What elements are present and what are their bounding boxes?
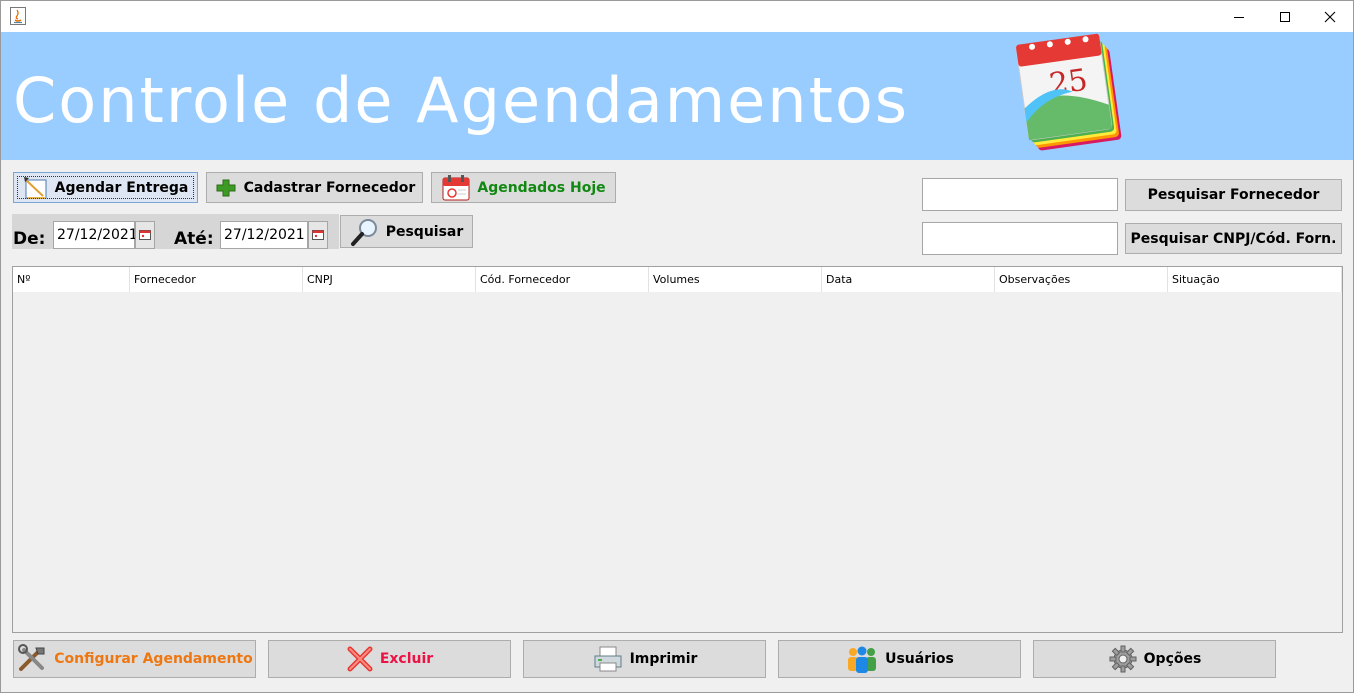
green-plus-icon xyxy=(214,178,238,198)
pesquisar-button[interactable]: Pesquisar xyxy=(340,215,473,248)
close-icon xyxy=(1324,11,1336,22)
imprimir-label: Imprimir xyxy=(629,651,698,667)
calendar-icon xyxy=(312,230,324,240)
column-header-volumes[interactable]: Volumes xyxy=(649,267,822,292)
fornecedor-search-input[interactable] xyxy=(922,178,1118,211)
column-header-situacao[interactable]: Situação xyxy=(1168,267,1342,292)
agendados-hoje-label: Agendados Hoje xyxy=(477,179,606,196)
opcoes-button[interactable]: Opções xyxy=(1033,640,1276,678)
column-header-fornecedor[interactable]: Fornecedor xyxy=(130,267,303,292)
pesquisar-cnpj-button[interactable]: Pesquisar CNPJ/Cód. Forn. xyxy=(1125,223,1342,254)
java-app-icon xyxy=(10,7,26,25)
printer-icon xyxy=(592,645,624,673)
agendar-entrega-button[interactable]: Agendar Entrega xyxy=(13,172,198,203)
gear-icon xyxy=(1108,644,1138,674)
imprimir-button[interactable]: Imprimir xyxy=(523,640,766,678)
agendar-entrega-label: Agendar Entrega xyxy=(54,179,189,196)
agendados-hoje-button[interactable]: Agendados Hoje xyxy=(431,172,616,203)
calendar-icon xyxy=(139,230,151,240)
ate-date-field[interactable]: 27/12/2021 xyxy=(220,221,308,249)
red-calendar-icon xyxy=(441,174,471,202)
de-calendar-button[interactable] xyxy=(135,221,155,249)
magnifier-icon xyxy=(350,217,380,247)
configurar-agendamento-label: Configurar Agendamento xyxy=(54,651,253,667)
title-bar xyxy=(1,1,1353,32)
ate-calendar-button[interactable] xyxy=(308,221,328,249)
pesquisar-fornecedor-button[interactable]: Pesquisar Fornecedor xyxy=(1125,179,1342,211)
excluir-label: Excluir xyxy=(379,651,434,667)
cadastrar-fornecedor-label: Cadastrar Fornecedor xyxy=(243,179,416,196)
page-title: Controle de Agendamentos xyxy=(13,64,910,137)
table-header: Nº Fornecedor CNPJ Cód. Fornecedor Volum… xyxy=(13,267,1342,292)
pesquisar-label: Pesquisar xyxy=(385,223,464,240)
excluir-button[interactable]: Excluir xyxy=(268,640,511,678)
pesquisar-fornecedor-label: Pesquisar Fornecedor xyxy=(1147,187,1320,203)
usuarios-button[interactable]: Usuários xyxy=(778,640,1021,678)
app-window: Controle de Agendamentos 25 Agendar Entr… xyxy=(0,0,1354,693)
users-icon xyxy=(845,644,879,674)
column-header-numero[interactable]: Nº xyxy=(13,267,130,292)
column-header-cod-fornecedor[interactable]: Cód. Fornecedor xyxy=(476,267,649,292)
cadastrar-fornecedor-button[interactable]: Cadastrar Fornecedor xyxy=(206,172,423,203)
minimize-button[interactable] xyxy=(1216,1,1262,32)
calendar-logo-icon: 25 xyxy=(1013,32,1128,156)
minimize-icon xyxy=(1234,16,1244,18)
column-header-data[interactable]: Data xyxy=(822,267,995,292)
pesquisar-cnpj-label: Pesquisar CNPJ/Cód. Forn. xyxy=(1130,230,1337,247)
agendamentos-table[interactable]: Nº Fornecedor CNPJ Cód. Fornecedor Volum… xyxy=(12,266,1343,633)
tools-icon xyxy=(16,644,48,674)
ate-label: Até: xyxy=(174,229,214,249)
column-header-observacoes[interactable]: Observações xyxy=(995,267,1168,292)
red-x-icon xyxy=(346,645,374,673)
maximize-icon xyxy=(1280,11,1290,22)
opcoes-label: Opções xyxy=(1143,651,1202,667)
pencil-ruler-icon xyxy=(23,176,49,200)
close-button[interactable] xyxy=(1307,1,1353,32)
maximize-button[interactable] xyxy=(1262,1,1308,32)
usuarios-label: Usuários xyxy=(885,651,954,667)
cnpj-search-input[interactable] xyxy=(922,222,1118,255)
de-label: De: xyxy=(13,229,46,249)
column-header-cnpj[interactable]: CNPJ xyxy=(303,267,476,292)
header-banner: Controle de Agendamentos 25 xyxy=(1,32,1353,160)
de-date-field[interactable]: 27/12/2021 xyxy=(53,221,138,249)
configurar-agendamento-button[interactable]: Configurar Agendamento xyxy=(13,640,256,678)
